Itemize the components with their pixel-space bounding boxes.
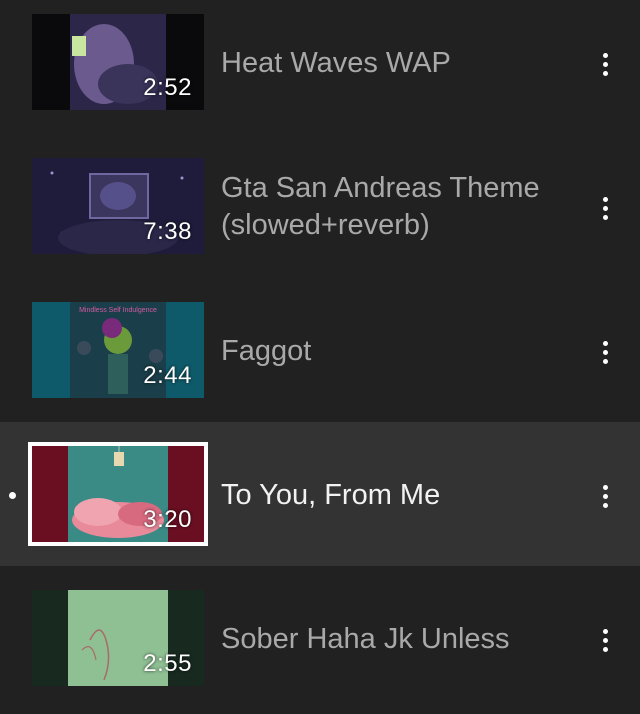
video-thumbnail[interactable]: 7:38 [32,158,204,254]
more-vert-icon [602,628,608,634]
video-duration: 3:20 [143,506,192,533]
more-vert-icon [602,484,608,490]
playlist-item[interactable]: 2:52 Heat Waves WAP [0,0,640,134]
video-duration: 7:38 [143,218,192,245]
more-options-button[interactable] [590,193,620,223]
now-playing-indicator-icon [9,492,16,499]
playlist-item[interactable]: 7:38 Gta San Andreas Theme (slowed+rever… [0,134,640,278]
video-duration: 2:44 [143,362,192,389]
video-title: To You, From Me [221,479,441,511]
more-options-button[interactable] [590,337,620,367]
more-vert-icon [602,340,608,346]
video-title: Sober Haha Jk Unless [221,623,510,655]
video-title: Gta San Andreas Theme (slowed+reverb) [221,172,540,241]
video-title: Faggot [221,335,312,367]
video-thumbnail[interactable]: 2:55 [32,590,204,686]
playlist: 2:52 Heat Waves WAP 7:38 Gta San Andreas… [0,0,640,714]
video-thumbnail[interactable]: Mindless Self Indulgence 2:44 [32,302,204,398]
more-vert-icon [602,52,608,58]
video-thumbnail[interactable]: 2:52 [32,14,204,110]
video-thumbnail[interactable]: 3:20 [28,442,208,546]
video-title: Heat Waves WAP [221,47,451,79]
more-options-button[interactable] [590,481,620,511]
playlist-item[interactable]: Mindless Self Indulgence 2:44 Faggot [0,278,640,422]
video-duration: 2:52 [143,74,192,101]
thumbnail-caption: Mindless Self Indulgence [79,307,157,314]
playlist-item-now-playing[interactable]: 3:20 To You, From Me [0,422,640,566]
more-vert-icon [602,196,608,202]
more-options-button[interactable] [590,49,620,79]
more-options-button[interactable] [590,625,620,655]
playlist-item[interactable]: 2:55 Sober Haha Jk Unless [0,566,640,710]
video-duration: 2:55 [143,650,192,677]
